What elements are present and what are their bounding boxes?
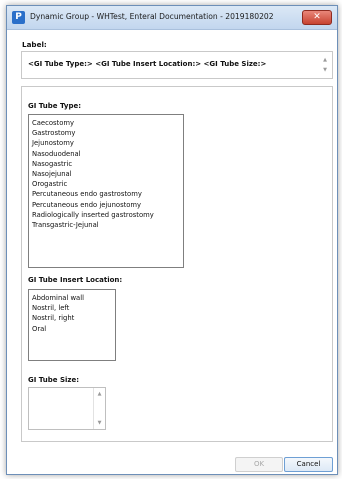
list-item[interactable]: Nasoduodenal [32, 149, 180, 159]
list-item[interactable]: Percutaneous endo jejunostomy [32, 200, 180, 210]
list-item[interactable]: Transgastric-Jejunal [32, 220, 180, 230]
tube-size-title: GI Tube Size: [28, 376, 80, 384]
list-item[interactable]: Jejunostomy [32, 138, 180, 148]
cancel-button[interactable]: Cancel [284, 457, 333, 472]
label-value: <GI Tube Type:> <GI Tube Insert Location… [28, 60, 267, 68]
tube-size-listbox[interactable]: ▲ ▼ [28, 387, 106, 430]
label-caption: Label: [22, 40, 47, 49]
list-item[interactable]: Oral [32, 324, 112, 334]
label-scrollbar[interactable]: ▲ ▼ [321, 55, 329, 75]
list-item[interactable]: Nostril, left [32, 303, 112, 313]
list-item[interactable]: Orogastric [32, 179, 180, 189]
tube-type-title: GI Tube Type: [28, 102, 82, 110]
scroll-up-icon[interactable]: ▲ [321, 55, 329, 65]
list-item[interactable]: Percutaneous endo gastrostomy [32, 189, 180, 199]
scroll-down-icon[interactable]: ▼ [321, 65, 329, 75]
ok-button[interactable]: OK [235, 457, 283, 472]
close-button[interactable]: ✕ [302, 10, 332, 25]
list-item[interactable]: Abdominal wall [32, 293, 112, 303]
tube-size-scrollbar[interactable]: ▲ ▼ [93, 388, 105, 429]
label-field[interactable]: <GI Tube Type:> <GI Tube Insert Location… [21, 51, 333, 79]
list-item[interactable]: Radiologically inserted gastrostomy [32, 210, 180, 220]
insert-location-listbox[interactable]: Abdominal wall Nostril, left Nostril, ri… [28, 289, 116, 361]
title-bar: P Dynamic Group - WHTest, Enteral Docume… [7, 6, 337, 30]
list-item[interactable]: Gastrostomy [32, 128, 180, 138]
window-title: Dynamic Group - WHTest, Enteral Document… [30, 12, 274, 21]
list-item[interactable]: Nostril, right [32, 313, 112, 323]
insert-location-title: GI Tube Insert Location: [28, 276, 123, 284]
scroll-down-icon[interactable]: ▼ [94, 420, 105, 426]
scroll-up-icon[interactable]: ▲ [94, 391, 105, 397]
app-icon: P [12, 11, 25, 24]
dialog-window: P Dynamic Group - WHTest, Enteral Docume… [6, 5, 338, 475]
list-item[interactable]: Caecostomy [32, 118, 180, 128]
list-item[interactable]: Nasojejunal [32, 169, 180, 179]
content-panel: GI Tube Type: Caecostomy Gastrostomy Jej… [21, 86, 333, 442]
list-item[interactable]: Nasogastric [32, 159, 180, 169]
tube-type-listbox[interactable]: Caecostomy Gastrostomy Jejunostomy Nasod… [28, 114, 184, 268]
